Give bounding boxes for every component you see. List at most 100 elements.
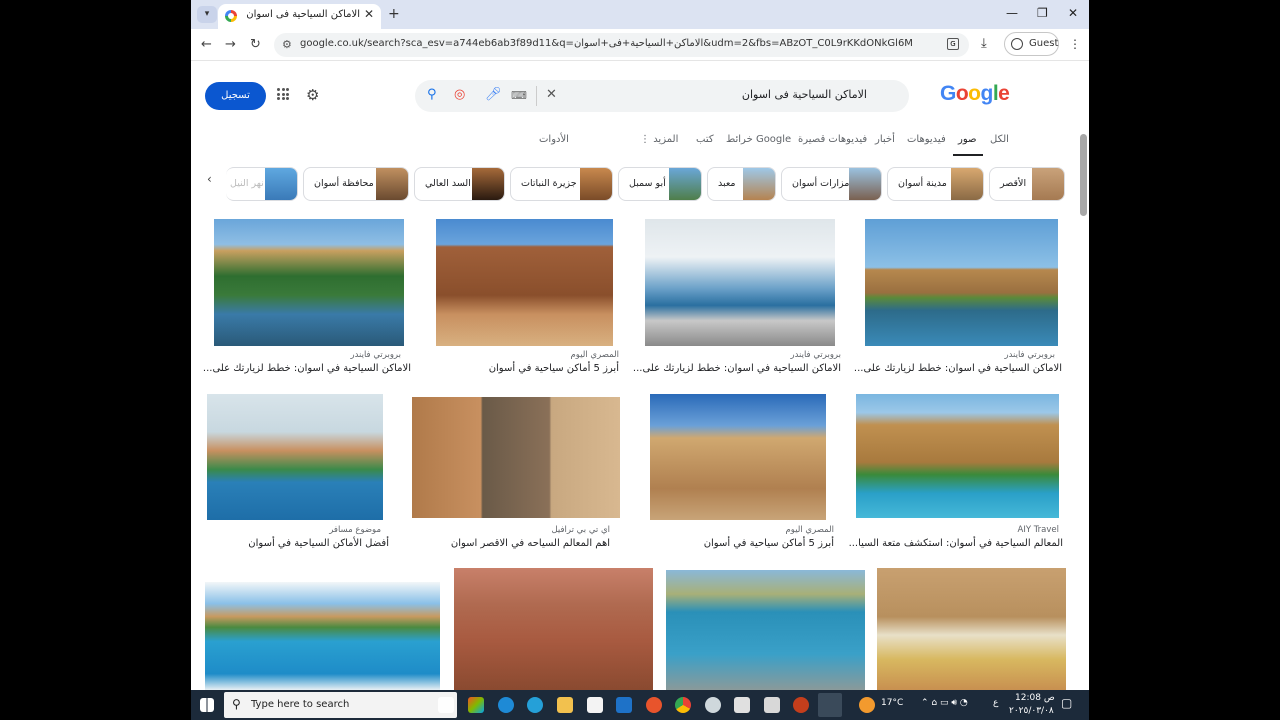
file-explorer-icon[interactable] bbox=[557, 697, 573, 713]
profile-button[interactable]: Guest bbox=[1004, 32, 1059, 56]
tab-images[interactable]: صور bbox=[958, 134, 977, 145]
tab-books[interactable]: كتب bbox=[696, 134, 714, 145]
result-title[interactable]: أبرز 5 أماكن سياحية في أسوان bbox=[704, 538, 834, 549]
calculator-icon[interactable] bbox=[764, 697, 780, 713]
lens-icon[interactable]: ◎ bbox=[454, 87, 465, 102]
image-result[interactable]: موضوع مسافر أفضل الأماكن السياحية في أسو… bbox=[205, 394, 391, 554]
tab-videos[interactable]: فيديوهات bbox=[907, 134, 946, 145]
result-image[interactable] bbox=[877, 568, 1066, 690]
chip[interactable]: جزيرة النباتات bbox=[510, 167, 613, 201]
tab-news[interactable]: أخبار bbox=[875, 134, 895, 145]
tab-all[interactable]: الكل bbox=[990, 134, 1009, 145]
weather-icon[interactable] bbox=[859, 697, 875, 713]
menu-icon[interactable]: ⋮ bbox=[1069, 37, 1081, 51]
result-image[interactable] bbox=[412, 397, 620, 518]
tab-close-icon[interactable]: ✕ bbox=[364, 7, 374, 21]
taskbar-search[interactable]: ⚲ Type here to search bbox=[224, 692, 457, 718]
back-button[interactable]: ← bbox=[201, 37, 212, 52]
address-bar[interactable]: ⚙ google.co.uk/search?sca_esv=a744eb6ab3… bbox=[274, 33, 969, 57]
firefox-icon[interactable] bbox=[646, 697, 662, 713]
site-info-icon[interactable]: ⚙ bbox=[282, 38, 292, 51]
mail-icon[interactable] bbox=[616, 697, 632, 713]
clock-date[interactable]: ٢٠٢٥/٠٣/٠٨ bbox=[1009, 706, 1054, 716]
reload-button[interactable]: ↻ bbox=[250, 37, 261, 52]
chip[interactable]: نهر النيل bbox=[226, 167, 298, 201]
maximize-button[interactable]: ❐ bbox=[1037, 6, 1048, 20]
app-icon[interactable] bbox=[734, 697, 750, 713]
close-window-button[interactable]: ✕ bbox=[1068, 6, 1078, 20]
minimize-button[interactable]: — bbox=[1006, 6, 1018, 20]
result-image[interactable] bbox=[214, 219, 404, 346]
result-title[interactable]: المعالم السياحية في أسوان: استكشف متعة ا… bbox=[849, 538, 1063, 549]
image-result[interactable]: المصري اليوم أبرز 5 أماكن سياحية في أسوا… bbox=[436, 219, 626, 379]
image-result[interactable] bbox=[454, 568, 653, 690]
chip[interactable]: مزارات أسوان bbox=[781, 167, 882, 201]
result-title[interactable]: الاماكن السياحية في اسوان: خطط لزيارتك ع… bbox=[203, 363, 411, 374]
chip[interactable]: الأقصر bbox=[989, 167, 1065, 201]
sign-in-button[interactable]: تسجيل الدخول bbox=[205, 82, 266, 129]
image-result[interactable]: المصري اليوم أبرز 5 أماكن سياحية في أسوا… bbox=[646, 394, 842, 554]
result-image[interactable] bbox=[207, 394, 383, 520]
microphone-icon[interactable]: 🎤︎ bbox=[485, 87, 502, 102]
tab-shorts[interactable]: فيديوهات قصيرة bbox=[798, 134, 867, 145]
edge-dev-icon[interactable] bbox=[527, 697, 543, 713]
image-result[interactable]: بروبرتي فايندر الاماكن السياحية في اسوان… bbox=[203, 219, 413, 379]
result-image[interactable] bbox=[865, 219, 1058, 346]
chevron-left-icon[interactable]: ‹ bbox=[207, 172, 212, 186]
google-logo[interactable]: Google bbox=[940, 82, 1010, 106]
result-image[interactable] bbox=[666, 570, 865, 690]
image-result[interactable] bbox=[666, 570, 865, 690]
tray-icons[interactable]: ⌃ ⌂ ▭ 🔊︎ ◔ bbox=[921, 698, 968, 708]
result-title[interactable]: أفضل الأماكن السياحية في أسوان bbox=[248, 538, 389, 549]
result-image[interactable] bbox=[645, 219, 835, 346]
download-icon[interactable]: ⤓ bbox=[981, 36, 987, 51]
search-query[interactable]: الاماكن السياحية فى اسوان bbox=[742, 88, 867, 101]
result-image[interactable] bbox=[650, 394, 826, 520]
tab-search-button[interactable]: ▾ bbox=[197, 6, 217, 23]
image-result[interactable]: AIY Travel المعالم السياحية في أسوان: اس… bbox=[849, 394, 1064, 554]
task-view-icon[interactable] bbox=[438, 697, 454, 713]
image-result[interactable]: بروبرتي فايندر الاماكن السياحية في اسوان… bbox=[854, 219, 1062, 379]
tab-more[interactable]: ⋮ المزيد bbox=[640, 134, 678, 145]
result-image[interactable] bbox=[205, 582, 440, 690]
powerpoint-icon[interactable] bbox=[793, 697, 809, 713]
new-tab-button[interactable]: + bbox=[388, 6, 400, 22]
result-image[interactable] bbox=[856, 394, 1059, 518]
tab-tools[interactable]: الأدوات bbox=[539, 134, 569, 145]
chip[interactable]: محافظة أسوان bbox=[303, 167, 409, 201]
store-icon[interactable] bbox=[587, 697, 603, 713]
clock-time[interactable]: 12:08 ص bbox=[1015, 693, 1055, 703]
start-icon[interactable] bbox=[200, 698, 214, 712]
result-title[interactable]: الاماكن السياحية في اسوان: خطط لزيارتك ع… bbox=[854, 363, 1062, 374]
keyboard-icon[interactable]: ⌨ bbox=[511, 89, 527, 102]
settings-gear-icon[interactable]: ⚙ bbox=[306, 86, 319, 104]
app-icon[interactable] bbox=[705, 697, 721, 713]
chrome-active-icon[interactable] bbox=[818, 693, 842, 717]
chrome-icon[interactable] bbox=[675, 697, 691, 713]
forward-button[interactable]: → bbox=[225, 37, 236, 52]
active-tab[interactable]: الاماكن السياحية فى اسوان - بحث ✕ bbox=[218, 4, 381, 29]
apps-grid-icon[interactable] bbox=[277, 88, 289, 100]
result-title[interactable]: اهم المعالم السياحه في الاقصر اسوان bbox=[451, 538, 610, 549]
tab-maps[interactable]: خرائط Google bbox=[726, 134, 791, 145]
chip[interactable]: السد العالي bbox=[414, 167, 505, 201]
edge-icon[interactable] bbox=[498, 697, 514, 713]
image-result[interactable]: اي تي بي ترافيل اهم المعالم السياحه في ا… bbox=[409, 394, 631, 554]
copilot-icon[interactable] bbox=[468, 697, 484, 713]
chip[interactable]: مدينة أسوان bbox=[887, 167, 984, 201]
chip[interactable]: أبو سمبل bbox=[618, 167, 702, 201]
search-box[interactable]: ⚲ ◎ 🎤︎ ⌨ ✕ الاماكن السياحية فى اسوان bbox=[415, 80, 909, 112]
input-language[interactable]: ع bbox=[993, 698, 998, 708]
clear-search-icon[interactable]: ✕ bbox=[546, 87, 557, 102]
image-result[interactable]: بروبرتي فايندر الاماكن السياحية في اسوان… bbox=[633, 219, 851, 379]
translate-icon[interactable]: G bbox=[947, 38, 959, 50]
result-title[interactable]: الاماكن السياحية في اسوان: خطط لزيارتك ع… bbox=[633, 363, 841, 374]
result-title[interactable]: أبرز 5 أماكن سياحية في أسوان bbox=[489, 363, 619, 374]
notification-icon[interactable]: ▢ bbox=[1061, 696, 1072, 710]
search-icon[interactable]: ⚲ bbox=[427, 87, 437, 102]
chip[interactable]: معبد bbox=[707, 167, 776, 201]
page-scrollbar[interactable] bbox=[1080, 134, 1087, 216]
result-image[interactable] bbox=[436, 219, 613, 346]
image-result[interactable] bbox=[205, 582, 440, 690]
image-result[interactable] bbox=[877, 568, 1066, 690]
